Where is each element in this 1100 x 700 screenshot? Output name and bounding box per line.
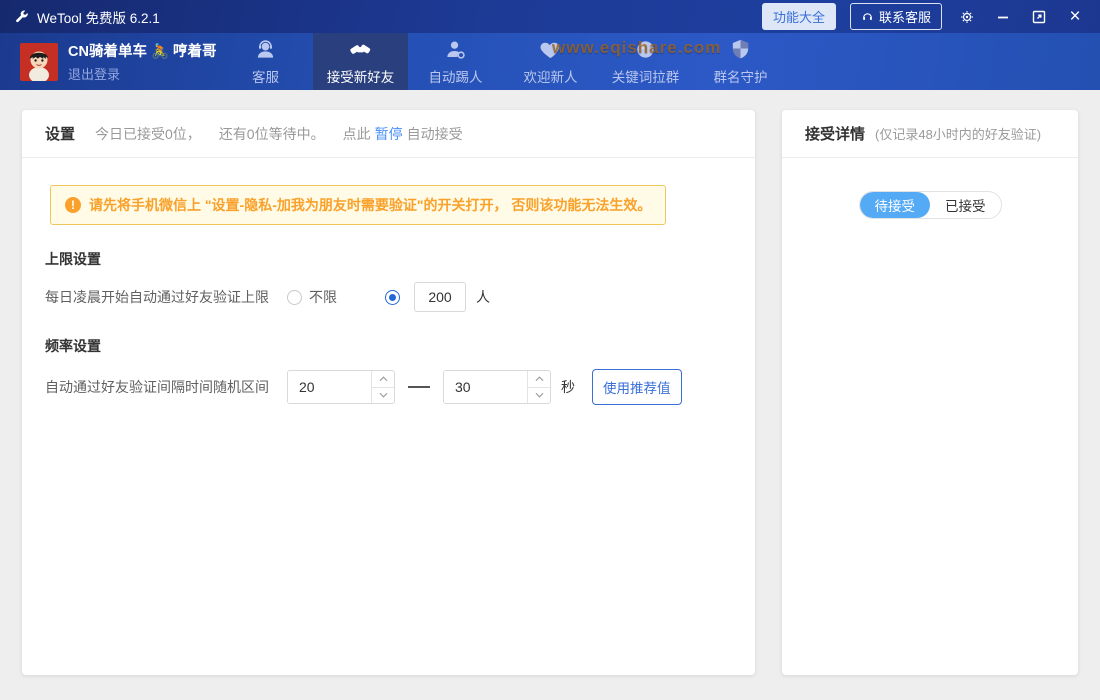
frequency-label: 自动通过好友验证间隔时间随机区间 — [45, 377, 269, 397]
spin-down-icon[interactable] — [372, 388, 394, 404]
settings-title: 设置 — [45, 123, 75, 144]
frequency-unit: 秒 — [561, 377, 575, 397]
spin-down-icon[interactable] — [528, 388, 550, 404]
max-interval-spinners — [527, 371, 550, 403]
handshake-icon — [349, 38, 372, 61]
min-interval-spinners — [371, 371, 394, 403]
nav-item-label: 群名守护 — [714, 66, 768, 86]
settings-body: ! 请先将手机微信上 "设置-隐私-加我为朋友时需要验证"的开关打开， 否则该功… — [22, 158, 755, 405]
nav-item-label: 接受新好友 — [327, 66, 395, 86]
bubble-icon — [634, 38, 657, 61]
contact-support-button[interactable]: 联系客服 — [850, 3, 942, 30]
heart-icon — [539, 38, 562, 61]
nav-items: 客服 接受新好友 自动踢人 — [218, 33, 788, 90]
frequency-section-title: 频率设置 — [45, 336, 732, 356]
status-accepted-today: 今日已接受0位， — [95, 124, 201, 144]
nav-item-label: 自动踢人 — [429, 66, 483, 86]
warning-banner: ! 请先将手机微信上 "设置-隐私-加我为朋友时需要验证"的开关打开， 否则该功… — [50, 185, 666, 225]
detail-header: 接受详情 (仅记录48小时内的好友验证) — [782, 110, 1078, 158]
contact-support-label: 联系客服 — [879, 7, 931, 26]
nav-item-label: 欢迎新人 — [524, 66, 578, 86]
user-block: CN骑着单车 🚴 哼着哥 退出登录 — [0, 33, 218, 90]
min-interval-input — [287, 370, 395, 404]
max-interval-field[interactable] — [444, 371, 527, 403]
detail-subtitle: (仅记录48小时内的好友验证) — [875, 124, 1041, 143]
radio-unlimited[interactable]: 不限 — [287, 287, 337, 307]
detail-panel: 接受详情 (仅记录48小时内的好友验证) 待接受 已接受 — [782, 110, 1078, 675]
limit-unit: 人 — [476, 287, 490, 307]
detail-title: 接受详情 — [805, 123, 865, 144]
kick-user-icon — [444, 38, 467, 61]
avatar — [20, 43, 58, 81]
app-title: WeTool 免费版 6.2.1 — [37, 7, 160, 27]
titlebar-right: 功能大全 联系客服 — [762, 3, 1086, 30]
titlebar-left: WeTool 免费版 6.2.1 — [14, 7, 160, 27]
accept-status-toggle: 待接受 已接受 — [859, 191, 1002, 219]
logout-link[interactable]: 退出登录 — [68, 64, 217, 83]
settings-panel: 设置 今日已接受0位， 还有0位等待中。 点此 暂停 自动接受 ! 请先将手机微… — [22, 110, 755, 675]
warning-text: 请先将手机微信上 "设置-隐私-加我为朋友时需要验证"的开关打开， 否则该功能无… — [89, 195, 651, 215]
navbar: CN骑着单车 🚴 哼着哥 退出登录 客服 — [0, 33, 1100, 90]
nav-item-keyword-group[interactable]: 关键词拉群 — [598, 33, 693, 90]
status-click-here: 点此 — [343, 124, 371, 144]
limit-label: 每日凌晨开始自动通过好友验证上限 — [45, 287, 269, 307]
limit-row: 每日凌晨开始自动通过好友验证上限 不限 人 — [45, 282, 732, 312]
status-auto-accept: 自动接受 — [407, 124, 463, 144]
nav-item-accept-friends[interactable]: 接受新好友 — [313, 33, 408, 90]
username: CN骑着单车 🚴 哼着哥 — [68, 40, 217, 61]
daily-limit-input[interactable] — [414, 282, 466, 312]
range-dash — [408, 386, 430, 388]
radio-dot — [389, 294, 396, 301]
max-interval-input — [443, 370, 551, 404]
close-button[interactable]: × — [1064, 6, 1086, 28]
features-button[interactable]: 功能大全 — [762, 3, 836, 30]
radio-unlimited-label: 不限 — [309, 287, 337, 307]
limit-section-title: 上限设置 — [45, 249, 732, 269]
headset-agent-icon — [254, 38, 277, 61]
headset-icon — [861, 10, 874, 23]
pause-link[interactable]: 暂停 — [375, 124, 403, 144]
wrench-icon — [14, 9, 29, 24]
minimize-button[interactable] — [992, 6, 1014, 28]
status-waiting: 还有0位等待中。 — [219, 124, 325, 144]
wetool-window: WeTool 免费版 6.2.1 功能大全 联系客服 — [0, 0, 1100, 700]
detail-body: 待接受 已接受 — [782, 158, 1078, 219]
maximize-button[interactable] — [1028, 6, 1050, 28]
titlebar: WeTool 免费版 6.2.1 功能大全 联系客服 — [0, 0, 1100, 33]
radio-unlimited-circle[interactable] — [287, 290, 302, 305]
nav-item-welcome[interactable]: 欢迎新人 — [503, 33, 598, 90]
settings-header: 设置 今日已接受0位， 还有0位等待中。 点此 暂停 自动接受 — [22, 110, 755, 158]
shield-icon — [729, 38, 752, 61]
min-interval-field[interactable] — [288, 371, 371, 403]
settings-gear-icon[interactable] — [956, 6, 978, 28]
tab-pending[interactable]: 待接受 — [860, 192, 931, 218]
spin-up-icon[interactable] — [528, 371, 550, 388]
status-line: 今日已接受0位， 还有0位等待中。 点此 暂停 自动接受 — [95, 124, 463, 144]
nav-item-auto-kick[interactable]: 自动踢人 — [408, 33, 503, 90]
frequency-row: 自动通过好友验证间隔时间随机区间 — [45, 369, 732, 405]
warning-icon: ! — [65, 197, 81, 213]
nav-item-label: 关键词拉群 — [612, 66, 680, 86]
radio-limited[interactable] — [385, 290, 400, 305]
nav-item-group-guard[interactable]: 群名守护 — [693, 33, 788, 90]
use-recommended-button[interactable]: 使用推荐值 — [592, 369, 682, 405]
nav-item-customer-service[interactable]: 客服 — [218, 33, 313, 90]
content-area: 设置 今日已接受0位， 还有0位等待中。 点此 暂停 自动接受 ! 请先将手机微… — [0, 90, 1100, 700]
nav-item-label: 客服 — [252, 66, 279, 86]
spin-up-icon[interactable] — [372, 371, 394, 388]
user-meta: CN骑着单车 🚴 哼着哥 退出登录 — [68, 40, 217, 83]
tab-accepted[interactable]: 已接受 — [930, 192, 1001, 218]
